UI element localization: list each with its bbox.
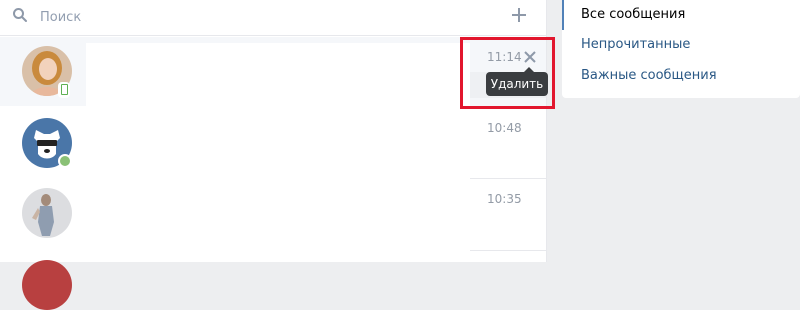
menu-item-important[interactable]: Важные сообщения bbox=[562, 61, 800, 91]
menu-item-all-messages[interactable]: Все сообщения bbox=[562, 0, 800, 30]
search-icon bbox=[13, 8, 27, 22]
divider bbox=[470, 250, 546, 251]
delete-tooltip: Удалить bbox=[486, 67, 548, 96]
online-indicator bbox=[58, 154, 72, 168]
close-icon[interactable] bbox=[523, 50, 537, 64]
redacted-area bbox=[86, 43, 470, 262]
divider bbox=[470, 178, 546, 179]
side-menu: Все сообщения Непрочитанные Важные сообщ… bbox=[562, 0, 800, 98]
plus-icon[interactable] bbox=[510, 6, 528, 24]
message-time: 10:35 bbox=[487, 192, 522, 206]
search-input[interactable] bbox=[38, 4, 462, 30]
menu-item-unread[interactable]: Непрочитанные bbox=[562, 30, 800, 60]
avatar bbox=[22, 260, 72, 310]
mobile-icon bbox=[58, 82, 70, 98]
dialogs-panel: 11:14 10:48 10:35 bbox=[0, 0, 555, 310]
message-time: 10:48 bbox=[487, 121, 522, 135]
message-time: 11:14 bbox=[487, 50, 522, 64]
avatar bbox=[22, 188, 72, 238]
search-bar bbox=[0, 0, 546, 36]
